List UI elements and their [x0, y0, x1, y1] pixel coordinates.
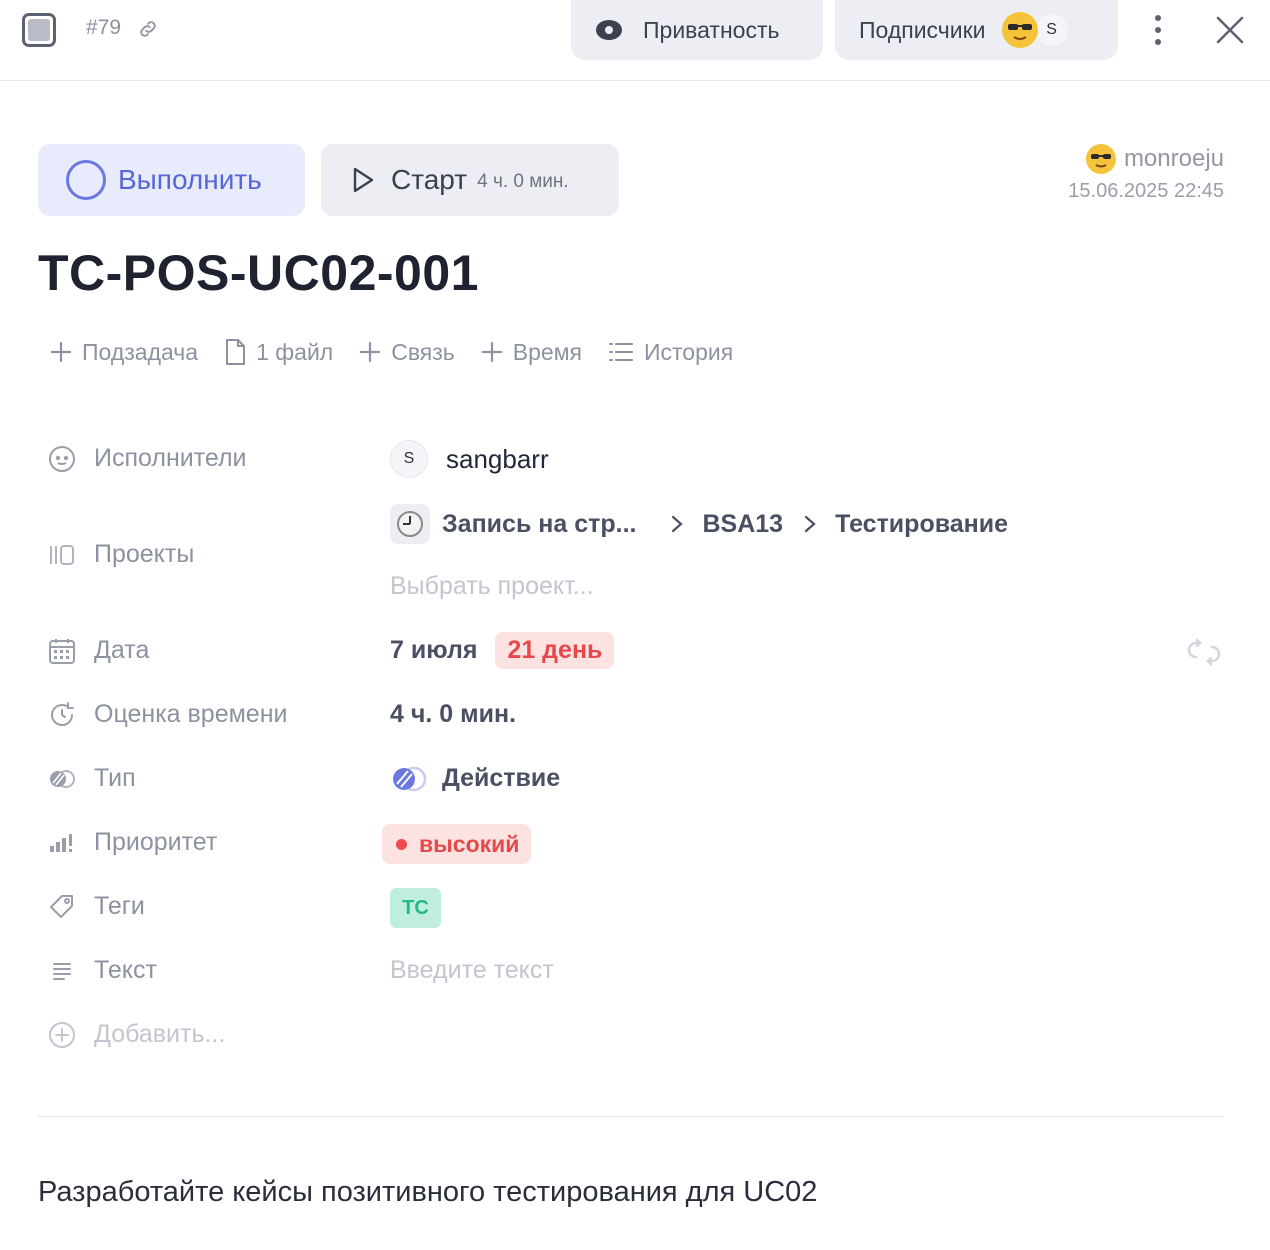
type-text: Действие	[442, 764, 561, 792]
due-date: 7 июля	[390, 636, 478, 664]
type-label: Тип	[94, 764, 136, 792]
eye-icon	[596, 20, 622, 40]
tag-icon	[48, 893, 76, 921]
estimate-label: Оценка времени	[94, 700, 288, 728]
priority-label-row: Приоритет	[48, 828, 217, 857]
link-icon[interactable]	[137, 18, 159, 40]
date-value[interactable]: 7 июля 21 день	[390, 632, 615, 669]
priority-dot-icon	[396, 838, 407, 850]
assignee-avatar: S	[390, 440, 428, 478]
refresh-clock-icon	[48, 701, 76, 729]
repeat-icon[interactable]	[1186, 638, 1222, 666]
select-project-placeholder: Выбрать проект...	[390, 572, 594, 600]
history-button[interactable]: История	[608, 339, 733, 366]
author-name: monroeju	[1123, 145, 1224, 172]
task-title[interactable]: TC-POS-UC02-001	[38, 244, 479, 302]
chevron-right-icon	[804, 515, 816, 533]
complete-button[interactable]: Выполнить	[38, 144, 305, 216]
task-number: #79	[86, 16, 122, 39]
subscriber-avatar: S	[1033, 12, 1070, 48]
plus-icon	[50, 341, 72, 363]
project-crumb-2[interactable]: BSA13	[702, 510, 783, 539]
type-label-row: Тип	[48, 764, 136, 793]
subscribers-label: Подписчики	[859, 16, 986, 43]
tags-label: Теги	[94, 892, 145, 920]
close-icon[interactable]	[1212, 12, 1248, 48]
signal-bars-icon	[48, 829, 76, 857]
subscriber-avatars: S	[1001, 12, 1070, 48]
date-label: Дата	[94, 636, 150, 664]
priority-text: высокий	[419, 830, 520, 857]
subscribers-button[interactable]: Подписчики S	[835, 0, 1118, 60]
start-duration: 4 ч. 0 мин.	[477, 171, 569, 192]
complete-label: Выполнить	[118, 164, 262, 195]
action-type-icon	[393, 766, 427, 791]
list-icon	[609, 343, 633, 361]
text-label: Текст	[94, 956, 157, 984]
estimate-value[interactable]: 4 ч. 0 мин.	[390, 700, 516, 729]
text-lines-icon	[48, 957, 76, 985]
add-property-label: Добавить...	[94, 1020, 226, 1048]
plus-icon	[360, 341, 381, 363]
type-value[interactable]: Действие	[390, 764, 560, 793]
subtask-label: Подзадача	[82, 338, 199, 365]
estimate-text: 4 ч. 0 мин.	[390, 700, 517, 728]
tags-label-row: Теги	[48, 892, 145, 921]
files-label: 1 файл	[256, 338, 334, 365]
privacy-label: Приватность	[643, 16, 780, 43]
text-placeholder: Введите текст	[390, 956, 554, 984]
face-icon	[48, 445, 76, 473]
projects-label-row: Проекты	[48, 540, 194, 569]
date-label-row: Дата	[48, 636, 149, 665]
task-toolbar: Подзадача 1 файл Связь Время История	[50, 338, 759, 366]
task-description[interactable]: Разработайте кейсы позитивного тестирова…	[38, 1176, 817, 1209]
start-timer-button[interactable]: Старт 4 ч. 0 мин.	[321, 144, 619, 216]
calendar-icon	[48, 637, 76, 665]
projects-label: Проекты	[94, 540, 195, 568]
add-subtask-button[interactable]: Подзадача	[50, 339, 198, 366]
file-icon	[226, 339, 246, 365]
circle-icon	[66, 160, 106, 200]
time-label: Время	[512, 338, 582, 365]
chevron-right-icon	[672, 515, 684, 533]
assignees-label: Исполнители	[94, 444, 247, 472]
plus-circle-icon	[48, 1021, 76, 1049]
project-crumb-3[interactable]: Тестирование	[835, 510, 1008, 539]
assignee-name: sangbarr	[446, 443, 549, 474]
files-button[interactable]: 1 файл	[224, 338, 333, 366]
days-remaining-badge: 21 день	[495, 632, 615, 669]
project-breadcrumb[interactable]: Запись на стр... BSA13 Тестирование	[390, 504, 1008, 544]
add-time-button[interactable]: Время	[481, 339, 582, 366]
author[interactable]: monroeju	[1085, 144, 1224, 174]
plus-icon	[481, 341, 502, 363]
sunglasses-avatar-icon	[1001, 12, 1038, 48]
sunglasses-avatar-icon	[1085, 144, 1116, 174]
top-bar: #79 Приватность Подписчики S	[0, 0, 1270, 81]
history-label: История	[644, 338, 734, 365]
priority-badge[interactable]: высокий	[382, 824, 532, 864]
divider	[38, 1116, 1224, 1117]
add-property-button[interactable]: Добавить...	[48, 1020, 225, 1049]
sidebar-toggle-icon[interactable]	[22, 13, 56, 47]
projects-icon	[48, 541, 76, 569]
type-icon	[48, 765, 76, 793]
tag-badge[interactable]: TC	[390, 888, 441, 928]
priority-label: Приоритет	[94, 828, 218, 856]
add-link-button[interactable]: Связь	[359, 339, 455, 366]
select-project-input[interactable]: Выбрать проект...	[390, 572, 594, 601]
text-input[interactable]: Введите текст	[390, 956, 554, 985]
link-label: Связь	[391, 338, 455, 365]
start-label: Старт	[391, 164, 468, 195]
tags-value[interactable]: TC	[390, 888, 441, 928]
privacy-button[interactable]: Приватность	[571, 0, 823, 60]
assignees-label-row: Исполнители	[48, 444, 247, 473]
assignee-value[interactable]: S sangbarr	[390, 440, 549, 478]
text-label-row: Текст	[48, 956, 157, 985]
more-options-icon[interactable]	[1146, 12, 1170, 48]
play-icon	[353, 167, 374, 193]
estimate-label-row: Оценка времени	[48, 700, 287, 729]
created-timestamp: 15.06.2025 22:45	[1068, 180, 1224, 202]
project-crumb-1[interactable]: Запись на стр...	[442, 510, 636, 539]
clock-emoji-icon	[390, 504, 430, 544]
